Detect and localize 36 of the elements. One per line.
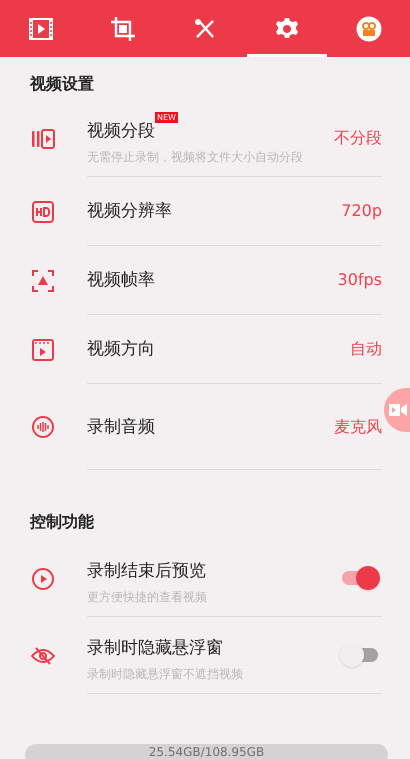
settings-row[interactable]: 视频方向 自动 <box>0 315 384 384</box>
settings-row[interactable]: 录制时隐藏悬浮窗 录制时隐藏悬浮窗不遮挡视频 <box>0 617 384 694</box>
film-icon <box>28 16 54 40</box>
setting-title: 视频方向 <box>87 338 155 361</box>
video-camera-icon <box>388 403 408 417</box>
toggle-switch[interactable] <box>342 566 378 590</box>
setting-description: 更方便快捷的查看视频 <box>87 588 208 606</box>
audio-wave-icon <box>32 416 54 438</box>
setting-title: 录制时隐藏悬浮窗 <box>87 636 223 660</box>
segment-icon <box>30 128 54 150</box>
setting-title: 录制音频 <box>87 416 155 438</box>
video-frame-icon <box>32 338 54 360</box>
setting-title: 视频分段 <box>87 120 155 142</box>
tools-icon <box>194 18 216 40</box>
setting-description: 无需停止录制，视频将文件大小自动分段 <box>87 148 304 166</box>
setting-title: 视频帧率 <box>87 269 155 292</box>
setting-title: 录制结束后预览 <box>87 560 206 582</box>
settings-row[interactable]: 录制结束后预览 更方便快捷的查看视频 <box>0 540 384 617</box>
storage-text: 25.54GB/108.95GB <box>148 745 264 759</box>
hidden-eye-icon <box>30 646 54 666</box>
setting-description: 录制时隐藏悬浮窗不遮挡视频 <box>87 666 244 682</box>
crop-icon <box>111 16 135 40</box>
toggle-switch[interactable] <box>342 643 378 667</box>
settings-row[interactable]: 视频分辨率 720p <box>0 177 384 246</box>
setting-title: 视频分辨率 <box>87 200 172 223</box>
settings-row[interactable]: 视频帧率 30fps <box>0 246 384 315</box>
section-title: 控制功能 <box>30 512 94 531</box>
settings-icon <box>275 16 299 40</box>
play-circle-icon <box>32 568 54 590</box>
section-title: 视频设置 <box>30 74 94 93</box>
scan-frame-icon <box>32 270 54 292</box>
app-logo-icon <box>356 16 382 42</box>
settings-row[interactable]: 视频分段 NEW 无需停止录制，视频将文件大小自动分段 不分段 <box>0 100 384 177</box>
new-badge: NEW <box>155 112 178 122</box>
hd-icon <box>32 200 54 222</box>
settings-row[interactable]: 录制音频 麦克风 <box>0 384 384 470</box>
